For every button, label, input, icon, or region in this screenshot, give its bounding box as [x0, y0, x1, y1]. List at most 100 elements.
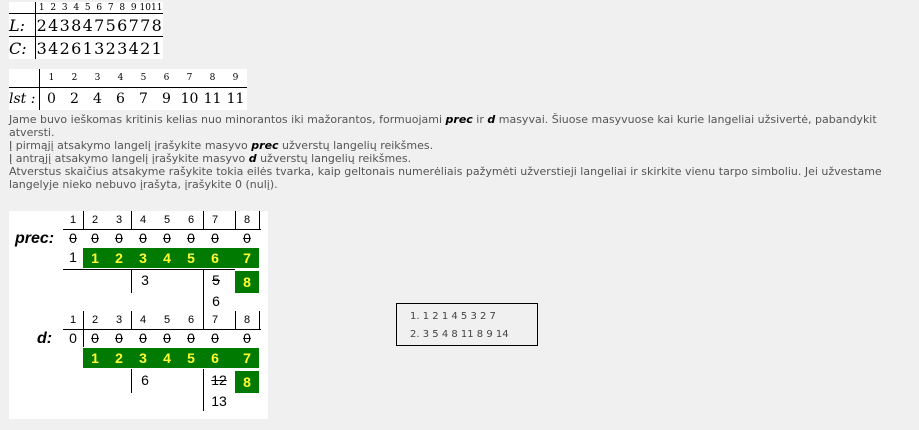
table-cell: 3 — [59, 13, 71, 37]
table-cell: 0 — [39, 87, 63, 110]
lc-col-header: 7 — [107, 2, 114, 13]
d-label: d: — [37, 330, 53, 347]
d-below-value: 6 — [141, 372, 149, 388]
struck-cell: 0 — [243, 230, 251, 246]
lc-col-header: 5 — [84, 2, 91, 13]
table-cell: 2 — [59, 36, 71, 59]
table-cell: 4 — [47, 36, 59, 59]
instruction-line: langelyje nieko nebuvo įrašyta, įrašykit… — [9, 178, 278, 191]
prec-struck-value: 5 — [212, 272, 220, 288]
d-below-value: 13 — [211, 393, 227, 409]
table-cell: 11 — [224, 87, 247, 110]
struck-cell: 0 — [91, 230, 99, 246]
col-header: 2 — [91, 314, 99, 326]
hidden-cell[interactable]: 7 — [235, 350, 259, 368]
table-cell: 7 — [139, 13, 151, 37]
table-cell: 7 — [93, 13, 105, 37]
answer-1-value[interactable]: 1 2 1 4 5 3 2 7 — [423, 311, 496, 322]
col-header: 8 — [243, 314, 251, 326]
struck-cell: 0 — [91, 330, 99, 346]
struck-cell: 0 — [163, 330, 171, 346]
table-cell: 10 — [178, 87, 201, 110]
col-header: 5 — [163, 314, 171, 326]
struck-cell: 0 — [139, 230, 147, 246]
hidden-cell[interactable]: 2 — [107, 350, 131, 368]
table-cell: 4 — [128, 36, 140, 59]
table-cell: 2 — [63, 87, 86, 110]
lst-col-header: 3 — [94, 73, 101, 83]
hidden-cell[interactable]: 5 — [179, 250, 203, 268]
lc-col-header: 1 — [38, 2, 45, 13]
table-cell: 8 — [151, 13, 163, 37]
table-cell: 2 — [105, 36, 117, 59]
struck-cell: 0 — [115, 230, 123, 246]
answer-2-value[interactable]: 3 5 4 8 11 8 9 14 — [423, 329, 509, 340]
table-cell: 6 — [116, 13, 128, 37]
hidden-cell[interactable]: 1 — [83, 250, 107, 268]
row-label: L: — [9, 13, 36, 37]
col-header: 4 — [139, 214, 147, 226]
hidden-cell[interactable]: 2 — [107, 250, 131, 268]
prec-first-value: 1 — [69, 249, 77, 265]
lst-row: lst : 0 2 4 6 7 9 10 11 11 — [9, 87, 247, 110]
prec-below-value: 6 — [212, 293, 220, 309]
lc-col-header: 6 — [96, 2, 103, 13]
lc-col-header: 10 — [139, 2, 151, 13]
lst-col-header: 1 — [48, 73, 55, 83]
struck-cell: 0 — [243, 330, 251, 346]
col-header: 7 — [211, 214, 219, 226]
lc-col-header: 3 — [61, 2, 68, 13]
struck-cell: 0 — [211, 230, 219, 246]
hidden-cell[interactable]: 7 — [235, 250, 259, 268]
hidden-cell[interactable]: 1 — [83, 350, 107, 368]
table-cell: 5 — [105, 13, 117, 37]
col-header: 1 — [69, 214, 77, 226]
hidden-cell[interactable]: 6 — [203, 250, 227, 268]
instruction-line: Į pirmąjį atsakymo langelį įrašykite mas… — [9, 139, 434, 152]
hidden-cell[interactable]: 3 — [131, 350, 155, 368]
col-header: 6 — [187, 214, 195, 226]
struck-cell: 0 — [163, 230, 171, 246]
table-cell: 2 — [139, 36, 151, 59]
hidden-cell[interactable]: 4 — [155, 250, 179, 268]
answer-line-1[interactable]: 1. 1 2 1 4 5 3 2 7 — [410, 311, 496, 322]
lc-col-header: 11 — [151, 2, 163, 13]
table-cell: 4 — [47, 13, 59, 37]
answer-line-2[interactable]: 2. 3 5 4 8 11 8 9 14 — [410, 329, 509, 340]
d-struck-value: 12 — [211, 372, 227, 388]
table-cell: 3 — [93, 36, 105, 59]
lst-col-header: 6 — [163, 73, 170, 83]
lst-table: 1 2 3 4 5 6 7 8 9 lst : 0 2 4 6 7 9 10 1… — [9, 69, 247, 110]
table-cell: 2 — [35, 13, 48, 37]
instruction-line: atversti. — [9, 126, 55, 139]
hidden-cell[interactable]: 3 — [131, 250, 155, 268]
table-cell: 4 — [86, 87, 109, 110]
row-label: C: — [9, 36, 36, 59]
lc-row-L: L: 2 4 3 8 4 7 5 6 7 7 8 — [9, 13, 163, 37]
table-cell: 9 — [155, 87, 178, 110]
hidden-cell[interactable]: 6 — [203, 350, 227, 368]
table-cell: 7 — [128, 13, 140, 37]
answer-box[interactable]: 1. 1 2 1 4 5 3 2 7 2. 3 5 4 8 11 8 9 14 — [396, 303, 538, 346]
lst-col-header: 9 — [232, 73, 239, 83]
struck-cell: 0 — [187, 230, 195, 246]
instruction-line: Jame buvo ieškomas kritinis kelias nuo m… — [9, 113, 877, 126]
instruction-line: Į antrąjį atsakymo langelį įrašykite mas… — [9, 152, 412, 165]
hidden-cell[interactable]: 4 — [155, 350, 179, 368]
table-cell: 8 — [70, 13, 82, 37]
struck-cell: 0 — [187, 330, 195, 346]
col-header: 6 — [187, 314, 195, 326]
col-header: 5 — [163, 214, 171, 226]
struck-cell: 0 — [211, 330, 219, 346]
lc-col-header: 9 — [130, 2, 137, 13]
table-cell: 1 — [82, 36, 94, 59]
lst-col-header: 5 — [140, 73, 147, 83]
hidden-cell[interactable]: 8 — [235, 371, 259, 393]
d-first-value: 0 — [69, 330, 77, 346]
col-header: 3 — [115, 214, 123, 226]
lst-col-header: 7 — [186, 73, 193, 83]
instruction-line: Atverstus skaičius atsakyme rašykite tok… — [9, 165, 882, 178]
hidden-cell[interactable]: 8 — [235, 271, 259, 293]
table-cell: 11 — [201, 87, 224, 110]
hidden-cell[interactable]: 5 — [179, 350, 203, 368]
